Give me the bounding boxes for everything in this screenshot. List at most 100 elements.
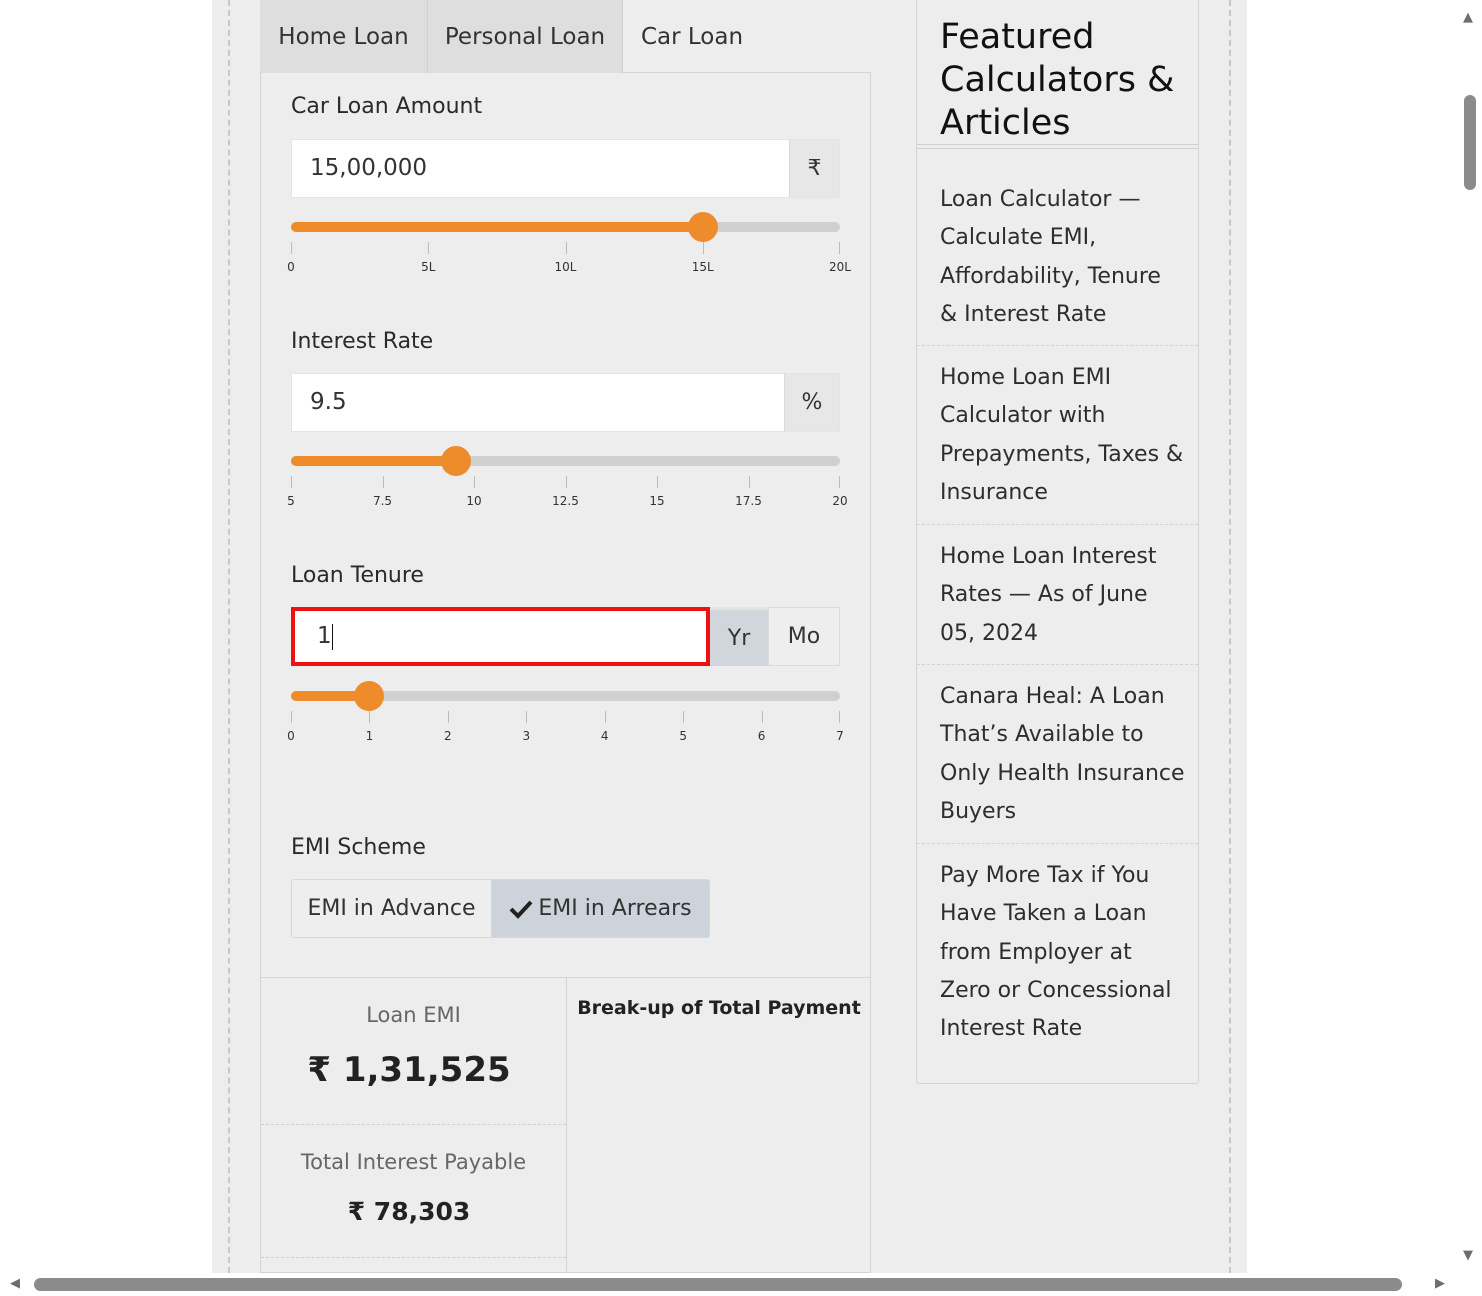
slider-tick: [604, 711, 606, 723]
article-separator: [917, 664, 1198, 665]
slider-handle[interactable]: [440, 446, 471, 476]
slider-tick: [474, 476, 475, 488]
sidebar-article-link[interactable]: Canara Heal: A Loan That’s Available to …: [940, 678, 1185, 831]
slider-tick: [291, 476, 292, 488]
breakup-title: Break-up of Total Payment: [577, 997, 861, 1019]
checkmark-icon: [509, 900, 533, 919]
interest-rate-input[interactable]: 9.5: [310, 374, 347, 431]
article-separator: [917, 345, 1198, 346]
emi-in-advance-label: EMI in Advance: [307, 896, 476, 921]
left-dashed-border: [228, 0, 230, 1273]
sidebar-title-rule-2: [917, 148, 1198, 149]
sidebar-title: Featured Calculators & Articles: [940, 17, 1175, 143]
tab-bottom-line: [623, 72, 871, 73]
slider-tick: [748, 476, 750, 488]
slider-tick-label: 0: [287, 729, 295, 743]
slider-tick-label: 7: [836, 729, 844, 743]
tenure-unit-month-button[interactable]: Mo: [768, 607, 840, 666]
slider-tick: [761, 711, 763, 723]
total-interest-value: ₹ 78,303: [347, 1197, 471, 1226]
emi-scheme-label: EMI Scheme: [291, 835, 426, 860]
slider-tick-label: 7.5: [372, 494, 393, 508]
tab-car-loan[interactable]: Car Loan: [623, 0, 761, 73]
scroll-left-arrow-icon[interactable]: ◀: [10, 1276, 20, 1291]
results-mid-divider: [261, 1124, 566, 1126]
slider-tick-label: 3: [522, 729, 531, 743]
loan-amount-field: 15,00,000 ₹: [291, 139, 840, 198]
total-interest-label: Total Interest Payable: [300, 1150, 527, 1174]
percent-unit-addon: %: [784, 374, 839, 431]
tab-home-loan[interactable]: Home Loan: [260, 0, 428, 73]
vertical-scrollbar-thumb[interactable]: [1464, 95, 1476, 190]
loan-amount-label: Car Loan Amount: [291, 94, 483, 119]
loan-amount-input[interactable]: 15,00,000: [310, 140, 427, 197]
slider-tick-label: 15: [649, 494, 665, 508]
results-bottom-divider: [261, 1257, 566, 1259]
sidebar-article-link[interactable]: Home Loan Interest Rates — As of June 05…: [940, 538, 1185, 653]
slider-tick-label: 5: [287, 494, 295, 508]
loan-tenure-value: 1: [317, 623, 332, 649]
emi-in-arrears-button[interactable]: EMI in Arrears: [491, 879, 710, 938]
slider-tick-label: 2: [444, 729, 452, 743]
loan-tenure-label: Loan Tenure: [291, 563, 424, 588]
slider-tick-label: 17.5: [735, 494, 762, 508]
emi-in-advance-button[interactable]: EMI in Advance: [291, 879, 492, 938]
slider-tick: [839, 242, 840, 254]
sidebar-article-link[interactable]: Loan Calculator — Calculate EMI, Afforda…: [940, 181, 1185, 334]
loan-type-tabs: Home Loan Personal Loan Car Loan: [260, 0, 871, 73]
slider-tick-label: 4: [600, 729, 609, 743]
slider-tick: [369, 711, 371, 723]
loan-emi-label: Loan EMI: [366, 1003, 461, 1027]
slider-tick-label: 1: [365, 729, 374, 743]
slider-tick: [447, 711, 449, 723]
scroll-down-arrow-icon[interactable]: ▼: [1463, 1248, 1473, 1263]
scroll-up-arrow-icon[interactable]: ▲: [1463, 10, 1473, 25]
slider-tick: [683, 711, 685, 723]
slider-tick: [565, 476, 567, 488]
slider-fill: [291, 456, 456, 466]
slider-tick: [839, 476, 840, 488]
loan-tenure-input[interactable]: 1: [291, 607, 710, 666]
slider-tick: [428, 242, 430, 254]
emi-in-arrears-label: EMI in Arrears: [538, 896, 692, 921]
horizontal-scrollbar-thumb[interactable]: [34, 1278, 1402, 1291]
article-separator: [917, 843, 1198, 844]
slider-tick: [382, 476, 384, 488]
results-vertical-divider: [566, 978, 567, 1273]
loan-amount-slider[interactable]: 0 5L 10L 15L 20L: [287, 212, 851, 274]
text-caret: [332, 624, 333, 650]
slider-tick-label: 10: [466, 494, 482, 508]
slider-tick-label: 15L: [691, 260, 714, 274]
slider-tick-label: 10L: [554, 260, 577, 274]
slider-tick-label: 20: [832, 494, 848, 508]
interest-rate-slider[interactable]: 5 7.5 10 12.5 15 17.5 20: [287, 446, 848, 508]
slider-tick-label: 0: [287, 260, 295, 274]
slider-tick: [702, 242, 704, 254]
loan-tenure-slider[interactable]: 0 1 2 3 4 5 6 7: [287, 681, 844, 743]
sidebar-title-rule: [917, 144, 1198, 145]
slider-handle[interactable]: [687, 212, 718, 242]
slider-tick: [657, 476, 658, 488]
rupee-unit-addon: ₹: [789, 140, 839, 197]
slider-tick: [565, 242, 567, 254]
slider-tick-label: 6: [757, 729, 766, 743]
loan-emi-value: ₹ 1,31,525: [307, 1050, 511, 1090]
slider-tick-label: 5L: [421, 260, 436, 274]
slider-tick: [291, 711, 292, 723]
slider-tick-label: 12.5: [552, 494, 579, 508]
slider-tick-label: 20L: [829, 260, 851, 274]
slider-tick: [839, 711, 840, 723]
interest-rate-field: 9.5 %: [291, 373, 840, 432]
slider-tick-label: 5: [679, 729, 687, 743]
slider-tick: [526, 711, 528, 723]
sidebar-article-link[interactable]: Pay More Tax if You Have Taken a Loan fr…: [940, 857, 1185, 1048]
slider-fill: [291, 222, 703, 232]
interest-rate-label: Interest Rate: [291, 329, 434, 354]
article-separator: [917, 524, 1198, 525]
sidebar-article-link[interactable]: Home Loan EMI Calculator with Prepayment…: [940, 359, 1185, 512]
slider-tick: [291, 242, 292, 254]
tab-personal-loan[interactable]: Personal Loan: [428, 0, 623, 73]
tenure-unit-year-button[interactable]: Yr: [710, 607, 768, 666]
right-dashed-border: [1229, 0, 1231, 1273]
scroll-right-arrow-icon[interactable]: ▶: [1435, 1276, 1445, 1291]
